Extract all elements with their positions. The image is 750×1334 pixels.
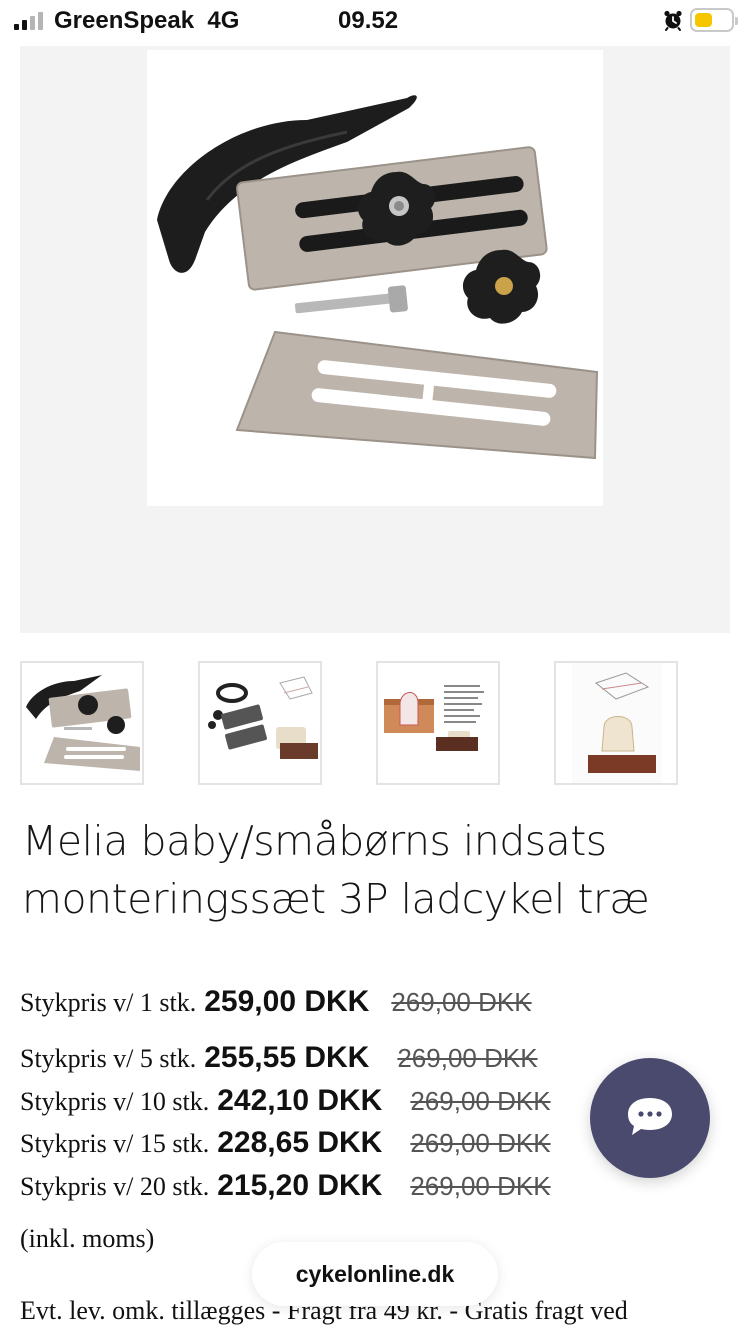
price-tier-price: 215,20 DKK — [217, 1169, 383, 1202]
mounting-kit-thumbnail — [26, 675, 140, 771]
thumbnail-1[interactable] — [20, 661, 144, 785]
price-tier-price: 255,55 DKK — [204, 1041, 370, 1074]
seat-instruction-thumbnail — [384, 685, 484, 751]
price-tier-row: Stykpris v/ 15 stk. 228,65 DKK 269,00 DK… — [20, 1126, 551, 1166]
kit-parts-diagram-thumbnail — [208, 676, 318, 759]
price-tier-row: Stykpris v/ 5 stk. 255,55 DKK 269,00 DKK — [20, 1041, 538, 1081]
alarm-icon — [664, 10, 682, 31]
price-tier-price: 228,65 DKK — [217, 1126, 383, 1159]
price-tier-row: Stykpris v/ 20 stk. 215,20 DKK 269,00 DK… — [20, 1169, 551, 1209]
mounting-kit-illustration — [157, 95, 599, 460]
price-tier-label: Stykpris v/ 15 stk. — [20, 1129, 210, 1158]
price-tier-row: Stykpris v/ 1 stk. 259,00 DKK 269,00 DKK — [20, 985, 532, 1025]
network-label: 4G — [207, 7, 240, 34]
battery-icon — [690, 8, 738, 32]
signal-icon — [14, 12, 43, 30]
chat-button[interactable] — [590, 1058, 710, 1178]
price-tier-label: Stykpris v/ 5 stk. — [20, 1044, 197, 1073]
price-tier-label: Stykpris v/ 1 stk. — [20, 988, 197, 1017]
thumbnail-3[interactable] — [376, 661, 500, 785]
product-title-line-1: Melia baby/småbørns indsats — [22, 817, 607, 865]
price-tier-old-price: 269,00 DKK — [391, 987, 532, 1017]
price-tier-old-price: 269,00 DKK — [410, 1128, 551, 1158]
thumbnail-strip — [20, 661, 730, 785]
carrier-label: GreenSpeak 4G — [54, 7, 240, 34]
status-time: 09.52 — [338, 7, 399, 34]
browser-address-pill[interactable]: cykelonline.dk — [252, 1242, 498, 1306]
price-tier-old-price: 269,00 DKK — [410, 1086, 551, 1116]
vat-note: (inkl. moms) — [20, 1224, 155, 1253]
price-tier-label: Stykpris v/ 20 stk. — [20, 1172, 210, 1201]
status-bar: GreenSpeak 4G 09.52 — [0, 0, 750, 44]
product-image-gallery[interactable] — [20, 46, 730, 633]
price-tier-row: Stykpris v/ 10 stk. 242,10 DKK 269,00 DK… — [20, 1084, 551, 1124]
price-tier-price: 259,00 DKK — [204, 985, 370, 1018]
product-title-line-2: monteringssæt 3P ladcykel træ — [22, 875, 650, 923]
price-tier-old-price: 269,00 DKK — [397, 1043, 538, 1073]
price-tier-price: 242,10 DKK — [217, 1084, 383, 1117]
chat-bubble-icon — [628, 1098, 672, 1135]
price-tier-label: Stykpris v/ 10 stk. — [20, 1087, 210, 1116]
seat-installation-thumbnail — [572, 663, 662, 783]
product-title: Melia baby/småbørns indsats monteringssæ… — [22, 812, 722, 928]
product-main-image[interactable] — [147, 50, 603, 506]
price-tier-old-price: 269,00 DKK — [410, 1171, 551, 1201]
thumbnail-2[interactable] — [198, 661, 322, 785]
thumbnail-4[interactable] — [554, 661, 678, 785]
